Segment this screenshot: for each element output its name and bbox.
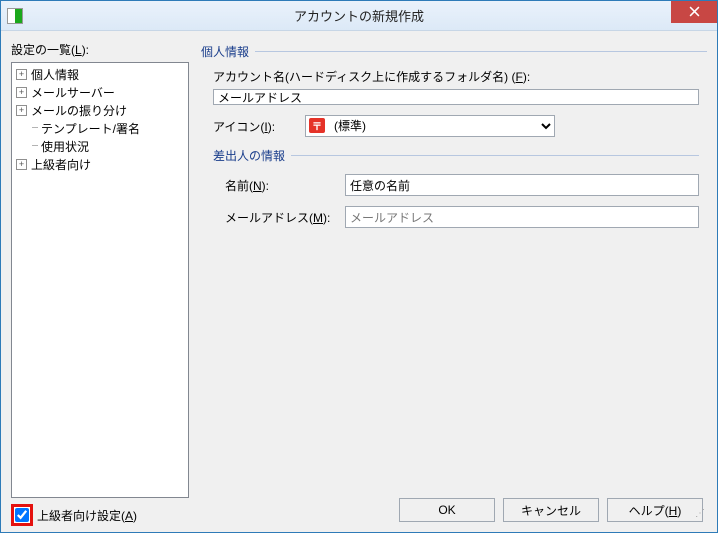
advanced-settings-row: 上級者向け設定(A) bbox=[11, 504, 189, 526]
tree-branch-icon: ┄ bbox=[32, 123, 37, 134]
form-area: アカウント名(ハードディスク上に作成するフォルダ名) (F): アイコン(I):… bbox=[197, 64, 707, 238]
app-icon bbox=[7, 8, 23, 24]
advanced-checkbox[interactable] bbox=[15, 508, 29, 522]
advanced-checkbox-label[interactable]: 上級者向け設定(A) bbox=[37, 507, 137, 524]
tree-item-label: 上級者向け bbox=[31, 156, 91, 173]
tree-item-template-signature[interactable]: ┄ テンプレート/署名 bbox=[12, 119, 188, 137]
icon-select[interactable]: (標準) bbox=[305, 115, 555, 137]
dialog-buttons: OK キャンセル ヘルプ(H) bbox=[197, 492, 707, 526]
main-panel: 個人情報 アカウント名(ハードディスク上に作成するフォルダ名) (F): アイコ… bbox=[197, 41, 707, 526]
content-area: 設定の一覧(L): + 個人情報 + メールサーバー + メールの振り分け ┄ … bbox=[1, 31, 717, 532]
plus-icon[interactable]: + bbox=[16, 105, 27, 116]
tree-item-label: メールサーバー bbox=[31, 84, 115, 101]
panel-header: 個人情報 bbox=[197, 41, 707, 64]
sidebar: 設定の一覧(L): + 個人情報 + メールサーバー + メールの振り分け ┄ … bbox=[11, 41, 189, 526]
icon-label: アイコン(I): bbox=[213, 118, 295, 135]
tree-item-label: 使用状況 bbox=[41, 138, 89, 155]
account-name-label: アカウント名(ハードディスク上に作成するフォルダ名) (F): bbox=[213, 68, 530, 85]
tree-item-advanced[interactable]: + 上級者向け bbox=[12, 155, 188, 173]
account-name-input[interactable] bbox=[213, 89, 699, 105]
name-input[interactable] bbox=[345, 174, 699, 196]
sender-info-group-label: 差出人の情報 bbox=[213, 147, 699, 164]
ok-button[interactable]: OK bbox=[399, 498, 495, 522]
tree-item-label: 個人情報 bbox=[31, 66, 79, 83]
mail-icon: 〒 bbox=[309, 118, 325, 133]
tree-item-personal-info[interactable]: + 個人情報 bbox=[12, 65, 188, 83]
plus-icon[interactable]: + bbox=[16, 159, 27, 170]
name-label: 名前(N): bbox=[225, 177, 345, 194]
mail-address-input[interactable] bbox=[345, 206, 699, 228]
close-icon bbox=[689, 6, 700, 17]
tree-branch-icon: ┄ bbox=[32, 141, 37, 152]
title-bar: アカウントの新規作成 bbox=[1, 1, 717, 31]
settings-tree[interactable]: + 個人情報 + メールサーバー + メールの振り分け ┄ テンプレート/署名 … bbox=[11, 62, 189, 498]
tree-item-label: テンプレート/署名 bbox=[41, 120, 140, 137]
tree-item-mail-sort[interactable]: + メールの振り分け bbox=[12, 101, 188, 119]
close-button[interactable] bbox=[671, 1, 717, 23]
cancel-button[interactable]: キャンセル bbox=[503, 498, 599, 522]
plus-icon[interactable]: + bbox=[16, 87, 27, 98]
settings-list-label: 設定の一覧(L): bbox=[11, 41, 189, 58]
help-button[interactable]: ヘルプ(H) bbox=[607, 498, 703, 522]
tree-item-mail-server[interactable]: + メールサーバー bbox=[12, 83, 188, 101]
mail-address-label: メールアドレス(M): bbox=[225, 209, 345, 226]
tree-item-label: メールの振り分け bbox=[31, 102, 127, 119]
tree-item-usage[interactable]: ┄ 使用状況 bbox=[12, 137, 188, 155]
plus-icon[interactable]: + bbox=[16, 69, 27, 80]
advanced-checkbox-highlight bbox=[11, 504, 33, 526]
resize-grip-icon[interactable]: ⋰ bbox=[693, 512, 705, 524]
window-title: アカウントの新規作成 bbox=[294, 6, 424, 25]
